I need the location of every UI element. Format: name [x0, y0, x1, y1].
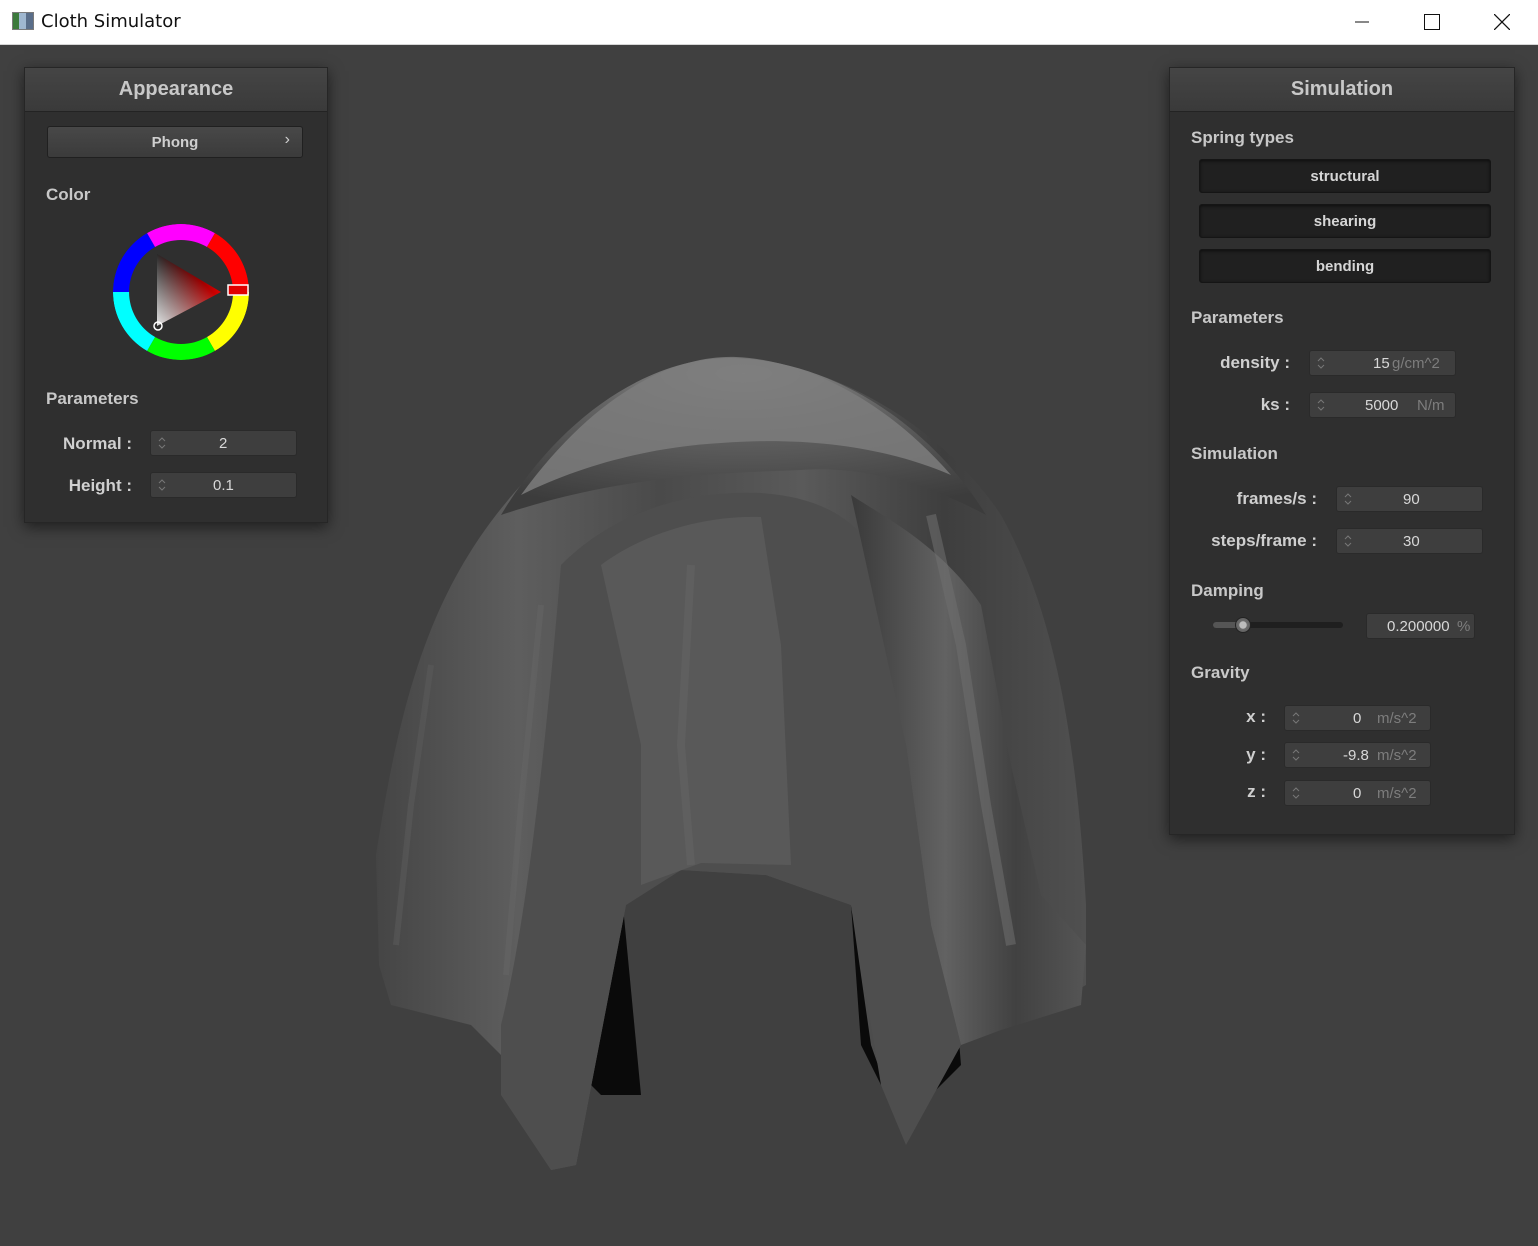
ks-unit: N/m: [1417, 397, 1445, 414]
gravity-y-value: -9.8: [1343, 747, 1369, 764]
spin-arrows-icon[interactable]: [1316, 396, 1326, 414]
gravity-z-value: 0: [1353, 785, 1362, 802]
spring-types-label: Spring types: [1191, 128, 1294, 147]
sim-parameters-label: Parameters: [1191, 308, 1284, 327]
damping-unit: %: [1457, 618, 1471, 635]
spin-arrows-icon[interactable]: [157, 476, 167, 494]
shader-value: Phong: [151, 134, 199, 151]
close-icon: [1494, 14, 1510, 30]
ks-input[interactable]: 5000 N/m: [1309, 392, 1456, 418]
density-unit: g/cm^2: [1392, 355, 1440, 372]
frames-input[interactable]: 90: [1336, 486, 1483, 512]
gravity-label: Gravity: [1191, 663, 1250, 682]
ks-value: 5000: [1365, 397, 1399, 414]
structural-label: structural: [1310, 168, 1380, 185]
simulation-panel-title: Simulation: [1170, 68, 1514, 112]
damping-slider[interactable]: [1213, 622, 1343, 628]
ks-label: ks :: [1260, 395, 1290, 414]
title-bar: Cloth Simulator: [0, 0, 1538, 45]
color-label: Color: [46, 185, 91, 204]
density-value: 15: [1373, 355, 1390, 372]
appearance-panel-title: Appearance: [25, 68, 327, 112]
appearance-panel: Appearance Phong › Color Parameters Norm…: [24, 67, 328, 523]
window-title: Cloth Simulator: [41, 11, 181, 32]
damping-slider-knob[interactable]: [1235, 617, 1251, 633]
gravity-x-value: 0: [1353, 710, 1362, 727]
hue-selector-icon[interactable]: [227, 284, 249, 296]
frames-label: frames/s :: [1236, 489, 1317, 508]
spin-arrows-icon[interactable]: [1291, 784, 1301, 802]
gravity-y-unit: m/s^2: [1377, 747, 1417, 764]
height-label: Height :: [68, 476, 132, 495]
damping-input[interactable]: 0.200000 %: [1366, 613, 1475, 639]
shearing-toggle[interactable]: shearing: [1199, 204, 1491, 238]
spin-arrows-icon[interactable]: [1343, 532, 1353, 550]
maximize-icon: [1424, 14, 1440, 30]
simulation-section-label: Simulation: [1191, 444, 1278, 463]
normal-input[interactable]: 2: [150, 430, 297, 456]
bending-label: bending: [1315, 258, 1375, 275]
gravity-z-unit: m/s^2: [1377, 785, 1417, 802]
simulation-panel: Simulation Spring types structural shear…: [1169, 67, 1515, 835]
spin-arrows-icon[interactable]: [1291, 746, 1301, 764]
normal-value: 2: [219, 435, 228, 452]
steps-value: 30: [1403, 533, 1420, 550]
app-icon: [12, 12, 34, 30]
gravity-y-input[interactable]: -9.8 m/s^2: [1284, 742, 1431, 768]
minimize-button[interactable]: [1327, 0, 1397, 44]
appearance-parameters-label: Parameters: [46, 389, 139, 408]
steps-label: steps/frame :: [1211, 531, 1317, 550]
steps-input[interactable]: 30: [1336, 528, 1483, 554]
color-wheel[interactable]: [111, 222, 251, 362]
chevron-right-icon: ›: [284, 131, 290, 148]
spin-arrows-icon[interactable]: [1343, 490, 1353, 508]
frames-value: 90: [1403, 491, 1420, 508]
gravity-y-label: y :: [1246, 745, 1266, 764]
gravity-x-input[interactable]: 0 m/s^2: [1284, 705, 1431, 731]
bending-toggle[interactable]: bending: [1199, 249, 1491, 283]
maximize-button[interactable]: [1397, 0, 1467, 44]
shader-combo[interactable]: Phong ›: [47, 126, 303, 158]
density-input[interactable]: 15 g/cm^2: [1309, 350, 1456, 376]
gravity-z-label: z :: [1247, 782, 1266, 801]
density-label: density :: [1220, 353, 1290, 372]
gravity-z-input[interactable]: 0 m/s^2: [1284, 780, 1431, 806]
structural-toggle[interactable]: structural: [1199, 159, 1491, 193]
shearing-label: shearing: [1313, 213, 1377, 230]
spin-arrows-icon[interactable]: [1316, 354, 1326, 372]
gravity-x-unit: m/s^2: [1377, 710, 1417, 727]
spin-arrows-icon[interactable]: [1291, 709, 1301, 727]
height-value: 0.1: [213, 477, 234, 494]
spin-arrows-icon[interactable]: [157, 434, 167, 452]
normal-label: Normal :: [63, 434, 132, 453]
close-button[interactable]: [1467, 0, 1537, 44]
damping-value: 0.200000: [1387, 618, 1450, 635]
gravity-x-label: x :: [1246, 707, 1266, 726]
damping-label: Damping: [1191, 581, 1264, 600]
height-input[interactable]: 0.1: [150, 472, 297, 498]
minimize-icon: [1355, 21, 1369, 23]
